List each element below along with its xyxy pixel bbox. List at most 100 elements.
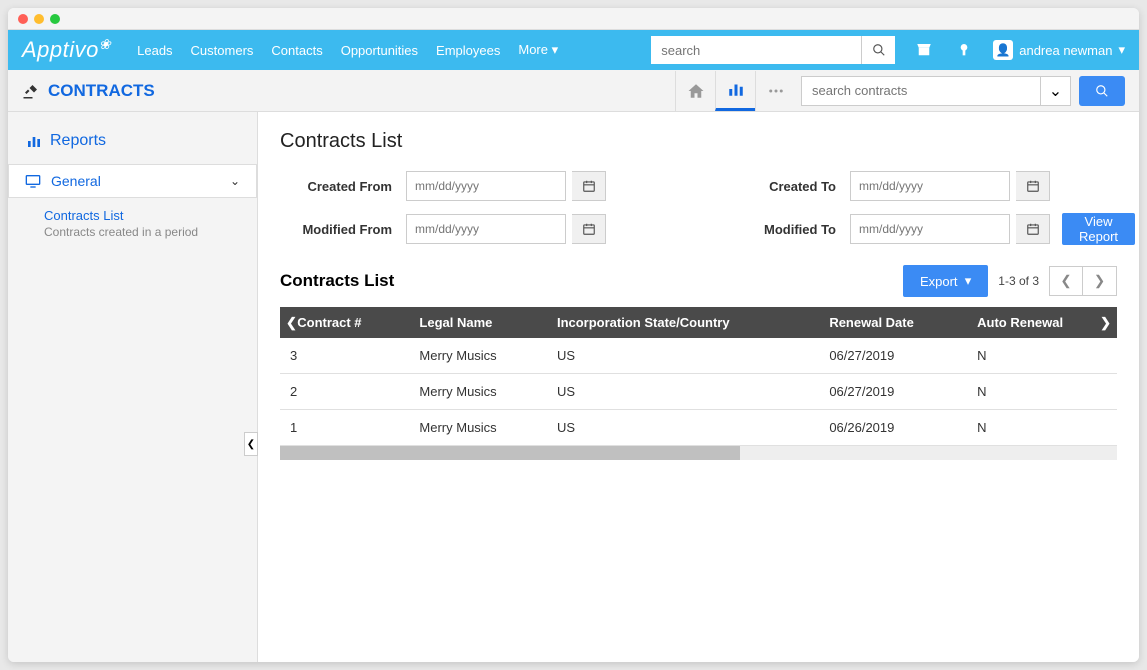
- bar-chart-icon: [26, 133, 42, 149]
- horizontal-scrollbar[interactable]: [280, 446, 1117, 460]
- datepicker-created-from[interactable]: [572, 171, 606, 201]
- table-cell: N: [967, 410, 1117, 446]
- table-cell: 1: [280, 410, 409, 446]
- contracts-table: ❮ Contract # Legal Name Incorporation St…: [280, 307, 1117, 446]
- search-icon: [1095, 84, 1109, 98]
- module-search-input[interactable]: [801, 76, 1041, 106]
- export-button[interactable]: Export ▾: [903, 265, 988, 297]
- datepicker-modified-from[interactable]: [572, 214, 606, 244]
- table-row[interactable]: 2Merry MusicsUS06/27/2019N: [280, 374, 1117, 410]
- logo[interactable]: Apptivo❀: [22, 37, 113, 63]
- input-created-from[interactable]: [406, 171, 566, 201]
- col-auto-renewal[interactable]: Auto Renewal❯: [967, 307, 1117, 338]
- bar-chart-icon: [727, 80, 745, 98]
- col-renewal-date[interactable]: Renewal Date: [819, 307, 967, 338]
- label-modified-from: Modified From: [280, 222, 400, 237]
- input-modified-to[interactable]: [850, 214, 1010, 244]
- home-icon: [687, 82, 705, 100]
- list-header: Contracts List Export ▾ 1-3 of 3 ❮ ❯: [280, 265, 1117, 297]
- main-panel: Contracts List Created From Created To M…: [258, 112, 1139, 662]
- reports-button[interactable]: [715, 71, 755, 111]
- chevron-down-icon: ▾: [552, 42, 559, 57]
- avatar-icon: 👤: [993, 40, 1013, 60]
- leaf-icon: ❀: [99, 36, 111, 53]
- module-header: CONTRACTS ⌄: [8, 70, 1139, 112]
- col-legal-name[interactable]: Legal Name: [409, 307, 547, 338]
- label-created-from: Created From: [280, 179, 400, 194]
- table-cell: N: [967, 374, 1117, 410]
- store-icon[interactable]: [913, 39, 935, 61]
- search-filter-toggle[interactable]: ⌄: [1041, 76, 1071, 106]
- global-search-input[interactable]: [651, 36, 861, 64]
- chevron-right-icon: ❯: [1100, 315, 1111, 331]
- global-search-button[interactable]: [861, 36, 895, 64]
- sidebar-item-description: Contracts created in a period: [8, 225, 257, 245]
- chevron-right-icon: ❯: [1094, 273, 1105, 289]
- datepicker-modified-to[interactable]: [1016, 214, 1050, 244]
- sidebar-section-reports[interactable]: Reports: [8, 126, 257, 164]
- calendar-icon: [582, 179, 596, 193]
- label-modified-to: Modified To: [724, 222, 844, 237]
- sidebar: Reports General ⌄ Contracts List Contrac…: [8, 112, 258, 662]
- sidebar-collapse-handle[interactable]: ❮: [244, 432, 258, 456]
- app-window: Apptivo❀ Leads Customers Contacts Opport…: [8, 8, 1139, 662]
- table-cell: 06/27/2019: [819, 338, 967, 374]
- chevron-down-icon: ⌄: [1049, 81, 1062, 101]
- titlebar: [8, 8, 1139, 30]
- table-cell: US: [547, 374, 819, 410]
- user-menu[interactable]: 👤 andrea newman ▾: [993, 40, 1125, 60]
- datepicker-created-to[interactable]: [1016, 171, 1050, 201]
- chevron-down-icon: ▾: [1118, 42, 1125, 58]
- next-page-button[interactable]: ❯: [1083, 266, 1117, 296]
- window-zoom-icon[interactable]: [50, 14, 60, 24]
- input-created-to[interactable]: [850, 171, 1010, 201]
- view-report-button[interactable]: View Report: [1062, 213, 1135, 245]
- chevron-down-icon: ⌄: [230, 174, 240, 188]
- nav-leads[interactable]: Leads: [137, 43, 172, 58]
- filter-panel: Created From Created To Modified From Mo…: [280, 171, 1117, 245]
- col-incorporation[interactable]: Incorporation State/Country: [547, 307, 819, 338]
- notifications-icon[interactable]: [953, 39, 975, 61]
- calendar-icon: [1026, 179, 1040, 193]
- more-button[interactable]: [755, 71, 795, 111]
- sidebar-category-general[interactable]: General ⌄: [8, 164, 257, 198]
- nav-more[interactable]: More ▾: [518, 42, 558, 58]
- ellipsis-icon: [767, 82, 785, 100]
- input-modified-from[interactable]: [406, 214, 566, 244]
- nav-customers[interactable]: Customers: [191, 43, 254, 58]
- pagination-info: 1-3 of 3: [998, 274, 1039, 288]
- module-search: ⌄: [801, 76, 1125, 106]
- chevron-left-icon: ❮: [286, 315, 297, 331]
- logo-text: Apptivo: [22, 37, 99, 63]
- table-row[interactable]: 3Merry MusicsUS06/27/2019N: [280, 338, 1117, 374]
- scroll-thumb[interactable]: [280, 446, 740, 460]
- table-cell: Merry Musics: [409, 410, 547, 446]
- table-cell: N: [967, 338, 1117, 374]
- nav-employees[interactable]: Employees: [436, 43, 500, 58]
- calendar-icon: [1026, 222, 1040, 236]
- gavel-icon: [22, 82, 40, 100]
- table-cell: 2: [280, 374, 409, 410]
- window-minimize-icon[interactable]: [34, 14, 44, 24]
- pagination: ❮ ❯: [1049, 266, 1117, 296]
- nav-contacts[interactable]: Contacts: [271, 43, 322, 58]
- search-icon: [872, 43, 886, 57]
- home-button[interactable]: [675, 71, 715, 111]
- table-cell: Merry Musics: [409, 374, 547, 410]
- table-cell: US: [547, 410, 819, 446]
- table-row[interactable]: 1Merry MusicsUS06/26/2019N: [280, 410, 1117, 446]
- module-search-button[interactable]: [1079, 76, 1125, 106]
- module-title: CONTRACTS: [22, 81, 155, 101]
- prev-page-button[interactable]: ❮: [1049, 266, 1083, 296]
- sidebar-item-contracts-list[interactable]: Contracts List: [8, 202, 257, 225]
- calendar-icon: [582, 222, 596, 236]
- user-name: andrea newman: [1019, 43, 1112, 58]
- global-search: [651, 36, 895, 64]
- label-created-to: Created To: [724, 179, 844, 194]
- window-close-icon[interactable]: [18, 14, 28, 24]
- table-cell: 06/26/2019: [819, 410, 967, 446]
- table-cell: Merry Musics: [409, 338, 547, 374]
- col-contract-number[interactable]: ❮ Contract #: [280, 307, 409, 338]
- top-navbar: Apptivo❀ Leads Customers Contacts Opport…: [8, 30, 1139, 70]
- nav-opportunities[interactable]: Opportunities: [341, 43, 418, 58]
